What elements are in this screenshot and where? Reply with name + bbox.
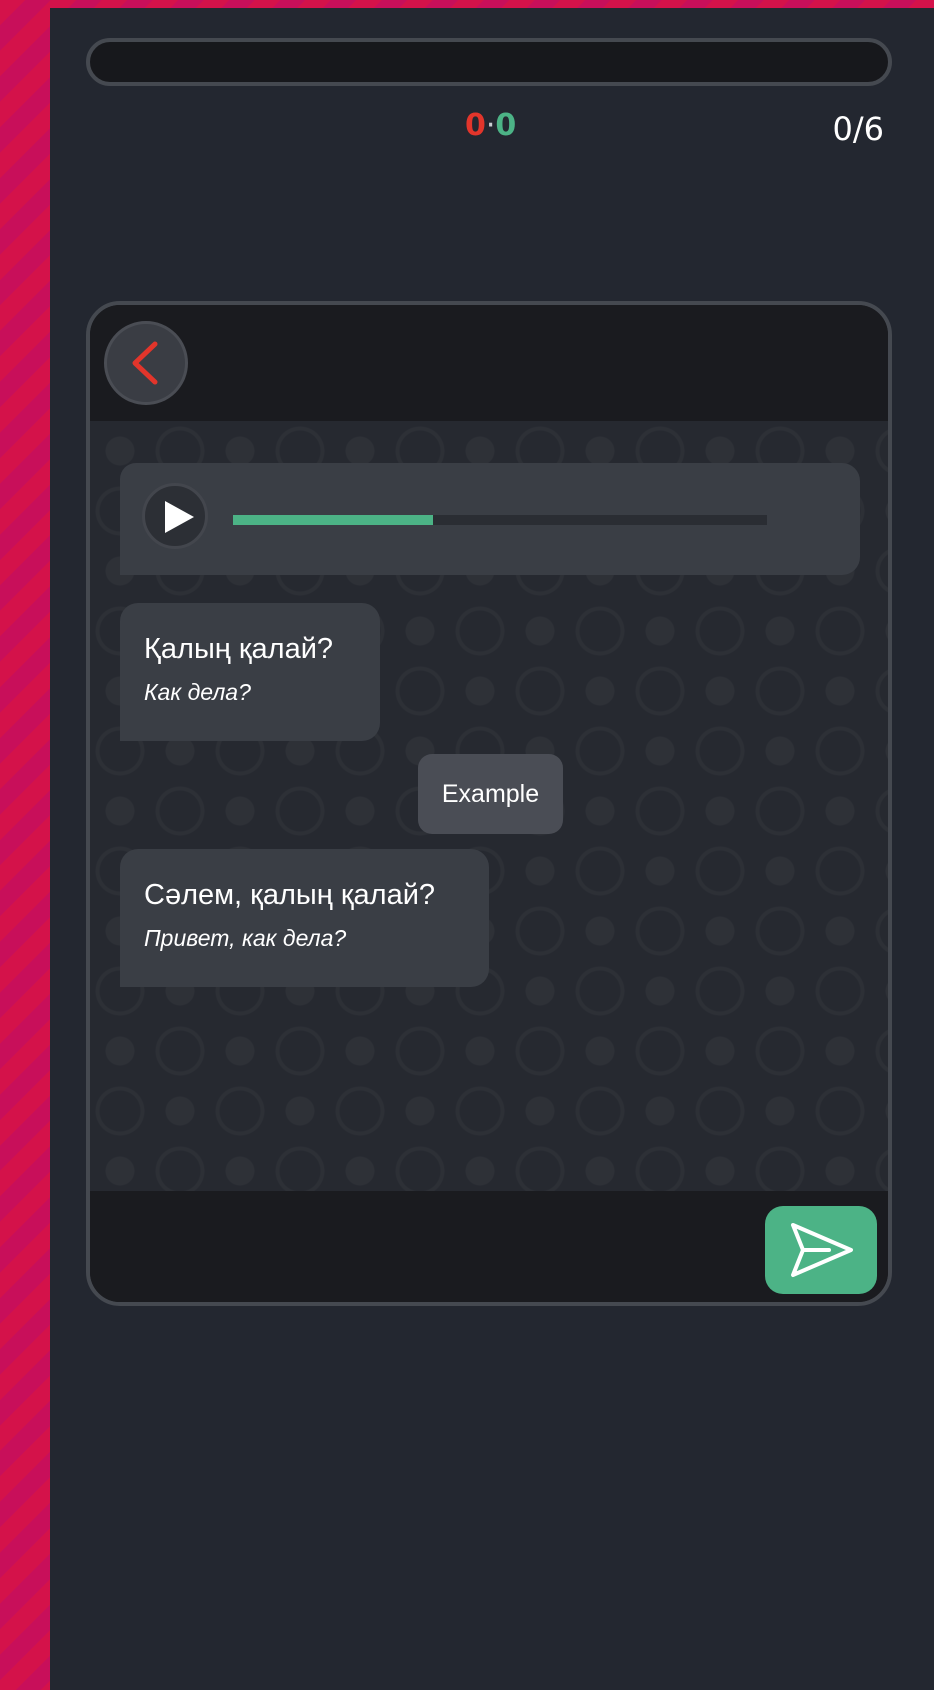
wrong-count: 0 [465,108,486,143]
message-translation: Привет, как дела? [144,925,347,951]
example-button[interactable]: Example [418,754,563,834]
audio-progress-fill [233,515,434,525]
chat-card: Қалың қалай? Как дела? Example Сәлем, қа… [86,301,892,1306]
score-separator: · [485,108,496,143]
app-screen: 0·0 0/6 Қалың қалай? Как дела? Example С… [50,8,934,1690]
audio-message [120,463,860,575]
message-text: Қалың қалай? [144,633,334,665]
chat-messages-area: Қалың қалай? Как дела? Example Сәлем, қа… [90,421,888,1191]
message-bubble: Сәлем, қалың қалай? Привет, как дела? [120,849,489,987]
play-button[interactable] [142,483,208,549]
score-display: 0·0 [465,108,516,143]
lesson-progress-bar [86,38,892,86]
chevron-left-icon [132,341,158,385]
play-icon [165,501,194,533]
message-bubble: Қалың қалай? Как дела? [120,603,380,741]
send-icon [791,1223,853,1277]
send-button[interactable] [765,1206,877,1294]
question-counter: 0/6 [832,110,885,148]
right-count: 0 [495,108,517,143]
chat-header [90,305,888,421]
back-button[interactable] [104,321,188,405]
audio-progress-track[interactable] [233,515,767,525]
message-text: Сәлем, қалың қалай? [144,879,436,911]
message-translation: Как дела? [144,679,251,705]
chat-input-bar [90,1191,888,1302]
